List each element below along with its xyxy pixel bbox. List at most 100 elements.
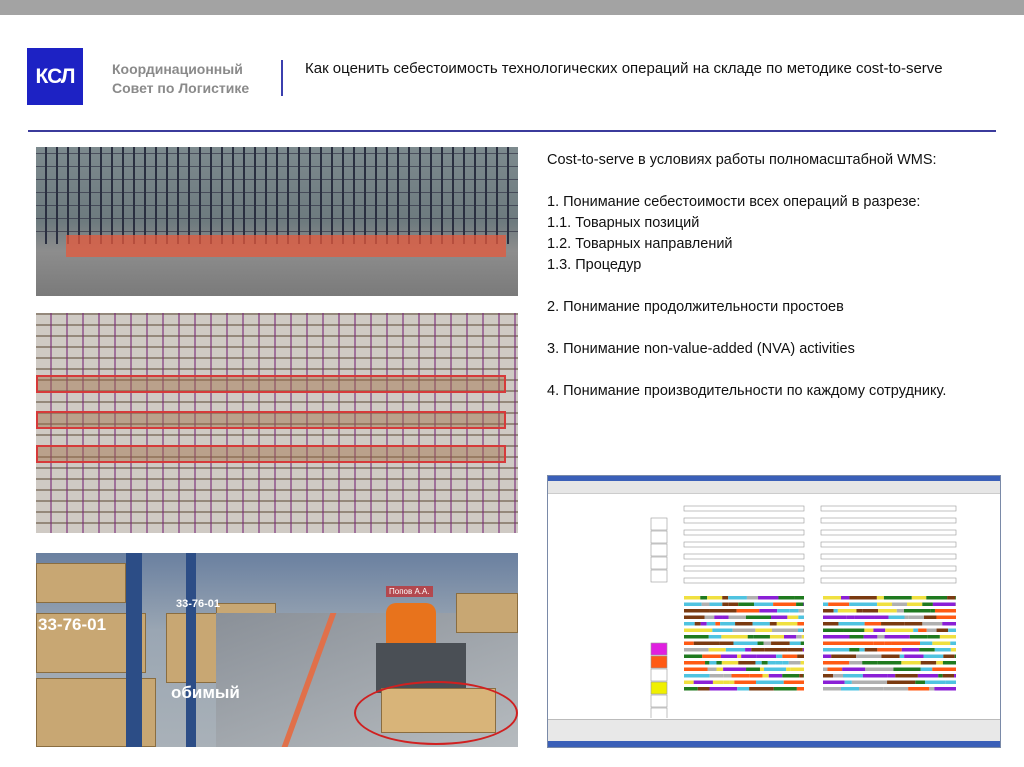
map-cell bbox=[738, 661, 756, 665]
map-cell bbox=[920, 641, 933, 645]
map-cell bbox=[796, 602, 804, 606]
warehouse-map bbox=[650, 505, 957, 718]
map-cell bbox=[936, 661, 943, 665]
map-cell bbox=[683, 505, 805, 512]
map-cell bbox=[932, 602, 956, 606]
map-cell bbox=[893, 667, 921, 671]
map-cell bbox=[803, 628, 804, 632]
map-cell bbox=[884, 641, 892, 645]
organization-name: Координационный Совет по Логистике bbox=[112, 60, 249, 98]
map-cell bbox=[782, 674, 800, 678]
body-line bbox=[547, 360, 987, 381]
map-cell bbox=[873, 628, 886, 632]
header-divider bbox=[281, 60, 283, 96]
map-cell bbox=[650, 668, 668, 682]
map-cell bbox=[820, 565, 957, 572]
map-cell bbox=[733, 641, 758, 645]
map-cell bbox=[798, 609, 804, 613]
map-cell bbox=[854, 615, 875, 619]
map-cell bbox=[684, 648, 709, 652]
map-cell bbox=[702, 654, 721, 658]
map-cell bbox=[884, 635, 910, 639]
map-cell bbox=[756, 654, 777, 658]
map-cell bbox=[908, 687, 930, 691]
map-cell bbox=[755, 661, 762, 665]
map-cell bbox=[915, 680, 925, 684]
org-line-1: Координационный bbox=[112, 61, 243, 77]
map-cell bbox=[771, 641, 790, 645]
map-cell bbox=[693, 641, 720, 645]
map-cell bbox=[843, 674, 863, 678]
map-cell bbox=[833, 609, 838, 613]
map-cell bbox=[684, 674, 710, 678]
map-cell bbox=[918, 628, 927, 632]
map-cell bbox=[954, 674, 956, 678]
body-line: 3. Понимание non-value-added (NVA) activ… bbox=[547, 341, 855, 357]
map-cell bbox=[823, 602, 829, 606]
map-cell bbox=[862, 674, 888, 678]
map-cell bbox=[737, 687, 750, 691]
map-cell bbox=[895, 674, 918, 678]
map-cell bbox=[650, 556, 668, 570]
map-cell bbox=[948, 628, 956, 632]
map-cell bbox=[843, 628, 865, 632]
map-cell bbox=[954, 654, 956, 658]
map-cell bbox=[799, 674, 804, 678]
map-cell bbox=[943, 654, 955, 658]
map-cell bbox=[759, 609, 778, 613]
map-cell bbox=[800, 661, 804, 665]
map-cell bbox=[864, 622, 882, 626]
map-cell bbox=[849, 596, 877, 600]
body-line bbox=[547, 171, 987, 192]
map-cell bbox=[862, 609, 879, 613]
map-cell bbox=[708, 648, 726, 652]
map-cell bbox=[820, 505, 957, 512]
map-cell bbox=[929, 687, 935, 691]
map-cell bbox=[697, 687, 710, 691]
map-cell bbox=[823, 596, 842, 600]
body-line: 1.3. Процедур bbox=[547, 257, 642, 273]
map-cell bbox=[923, 654, 944, 658]
map-cell bbox=[913, 628, 919, 632]
map-cell bbox=[728, 615, 746, 619]
map-cell bbox=[684, 635, 709, 639]
map-cell bbox=[719, 641, 734, 645]
map-cell bbox=[823, 615, 847, 619]
map-cell bbox=[684, 680, 694, 684]
map-cell bbox=[684, 654, 703, 658]
worker-label: Попов А.А. bbox=[386, 586, 433, 597]
map-cell bbox=[827, 667, 843, 671]
map-cell bbox=[764, 648, 788, 652]
map-cell bbox=[734, 680, 756, 684]
map-cell bbox=[907, 602, 923, 606]
map-cell bbox=[876, 596, 884, 600]
map-cell bbox=[909, 635, 928, 639]
map-cell bbox=[849, 635, 864, 639]
map-cell bbox=[920, 661, 937, 665]
map-cell bbox=[920, 667, 933, 671]
map-cell bbox=[926, 596, 948, 600]
map-cell bbox=[927, 635, 940, 639]
map-cell bbox=[749, 674, 763, 678]
map-cell bbox=[877, 661, 902, 665]
org-line-2: Совет по Логистике bbox=[112, 80, 250, 96]
map-cell bbox=[888, 615, 905, 619]
map-cell bbox=[904, 622, 923, 626]
top-bar bbox=[0, 0, 1024, 15]
map-cell bbox=[850, 641, 874, 645]
map-cell bbox=[823, 641, 851, 645]
map-cell bbox=[783, 680, 804, 684]
map-cell bbox=[758, 596, 779, 600]
map-cell bbox=[709, 602, 723, 606]
map-cell bbox=[728, 596, 747, 600]
map-cell bbox=[776, 622, 798, 626]
map-cell bbox=[823, 661, 850, 665]
map-cell bbox=[846, 615, 855, 619]
map-cell bbox=[788, 661, 801, 665]
map-cell bbox=[820, 541, 957, 548]
map-cell bbox=[722, 596, 729, 600]
map-cell bbox=[720, 622, 736, 626]
map-cell bbox=[761, 661, 768, 665]
map-cell bbox=[701, 602, 710, 606]
map-cell bbox=[844, 680, 852, 684]
